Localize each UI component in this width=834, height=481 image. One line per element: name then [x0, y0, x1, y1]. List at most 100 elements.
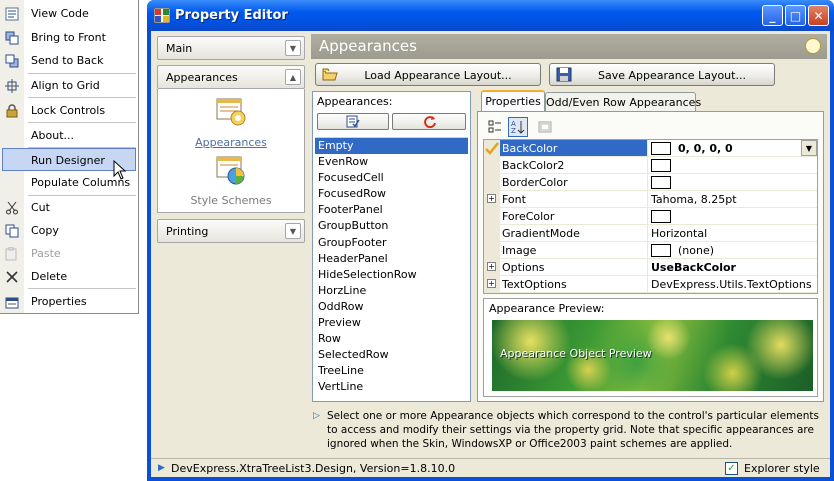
load-layout-button[interactable]: Load Appearance Layout...: [315, 63, 541, 86]
tab-properties[interactable]: Properties: [481, 90, 545, 112]
menu-item-view-code[interactable]: View Code: [0, 2, 138, 25]
nav-group-printing[interactable]: Printing ▼: [157, 219, 305, 243]
categorized-icon[interactable]: [485, 117, 505, 137]
menu-item-cut[interactable]: Cut: [0, 196, 138, 219]
maximize-button[interactable]: □: [785, 5, 806, 26]
list-item[interactable]: OddRow: [315, 299, 468, 315]
property-row[interactable]: + Font Tahoma, 8.25pt: [484, 191, 817, 208]
title-bar[interactable]: Property Editor _ □ ✕: [147, 0, 834, 31]
send-to-back-icon: [4, 53, 20, 69]
section-title: Appearances: [319, 37, 417, 55]
property-value[interactable]: Tahoma, 8.25pt: [647, 191, 817, 207]
property-name: TextOptions: [502, 278, 567, 291]
property-grid[interactable]: BackColor 0, 0, 0, 0 ▼ BackColor2 BorderColo…: [483, 139, 818, 294]
tab-odd-even-row-appearances[interactable]: Odd/Even Row Appearances: [545, 92, 701, 111]
menu-item-lock-controls[interactable]: Lock Controls: [0, 99, 138, 122]
property-row[interactable]: ForeColor: [484, 208, 817, 225]
list-item[interactable]: GroupButton: [315, 218, 468, 234]
property-row[interactable]: BackColor 0, 0, 0, 0 ▼: [484, 140, 817, 157]
menu-item-properties[interactable]: Properties: [0, 290, 138, 313]
row-gutter: [484, 225, 500, 241]
select-all-button[interactable]: [317, 113, 389, 130]
appearance-preview-title: Appearance Preview:: [489, 302, 605, 315]
expand-icon[interactable]: +: [484, 276, 500, 292]
status-bar: ▶ DevExpress.XtraTreeList3.Design, Versi…: [151, 458, 830, 477]
scissors-icon: [4, 200, 20, 216]
menu-item-copy[interactable]: Copy: [0, 219, 138, 242]
property-value[interactable]: DevExpress.Utils.TextOptions: [647, 276, 817, 292]
property-value[interactable]: UseBackColor: [647, 259, 817, 275]
property-value[interactable]: [647, 208, 817, 224]
property-row[interactable]: BackColor2: [484, 157, 817, 174]
appearances-list-title: Appearances:: [317, 95, 393, 108]
property-pages-icon[interactable]: [535, 117, 555, 137]
nav-link-style-schemes[interactable]: Style Schemes: [158, 155, 304, 207]
status-text: DevExpress.XtraTreeList3.Design, Version…: [171, 462, 456, 475]
property-row[interactable]: + TextOptions DevExpress.Utils.TextOptions: [484, 276, 817, 293]
list-item[interactable]: HorzLine: [315, 283, 468, 299]
property-row[interactable]: BorderColor: [484, 174, 817, 191]
explorer-style-label: Explorer style: [744, 462, 820, 475]
menu-item-bring-to-front[interactable]: Bring to Front: [0, 26, 138, 49]
row-gutter: [484, 157, 500, 173]
section-header: Appearances: [311, 34, 827, 59]
list-item[interactable]: TreeLine: [315, 363, 468, 379]
property-value[interactable]: [647, 174, 817, 190]
list-item[interactable]: Row: [315, 331, 468, 347]
list-item[interactable]: FooterPanel: [315, 202, 468, 218]
list-item[interactable]: Preview: [315, 315, 468, 331]
chevron-up-icon[interactable]: ▲: [285, 69, 301, 85]
style-schemes-icon: [216, 156, 245, 185]
property-value[interactable]: [647, 157, 817, 173]
property-row[interactable]: + Options UseBackColor: [484, 259, 817, 276]
expand-icon[interactable]: +: [484, 259, 500, 275]
property-name: Image: [502, 244, 537, 257]
property-value-text: 0, 0, 0, 0: [678, 142, 733, 155]
list-item[interactable]: EvenRow: [315, 154, 468, 170]
minimize-button[interactable]: _: [762, 5, 783, 26]
list-item[interactable]: Empty: [315, 138, 468, 155]
view-code-icon: [4, 6, 20, 22]
nav-group-main[interactable]: Main ▼: [157, 36, 305, 60]
property-name: GradientMode: [502, 227, 580, 240]
alphabetical-icon[interactable]: AZ: [508, 117, 528, 137]
property-value[interactable]: Horizontal: [647, 225, 817, 241]
menu-separator: [28, 288, 136, 289]
menu-item-align-to-grid[interactable]: Align to Grid: [0, 74, 138, 97]
select-all-icon: [346, 115, 360, 128]
appearances-listbox[interactable]: Empty EvenRow FocusedCell FocusedRow FooterP…: [315, 137, 468, 399]
property-value[interactable]: (none): [647, 242, 817, 258]
edit-pencil-icon: [484, 140, 500, 156]
property-row[interactable]: GradientMode Horizontal: [484, 225, 817, 242]
bring-to-front-icon: [4, 30, 20, 46]
menu-item-paste[interactable]: Paste: [0, 242, 138, 265]
context-menu: View Code Bring to Front Send to Back Al…: [0, 0, 139, 314]
app-icon: [154, 8, 170, 23]
nav-link-appearances[interactable]: Appearances: [158, 97, 304, 149]
menu-item-send-to-back[interactable]: Send to Back: [0, 49, 138, 72]
list-item[interactable]: FocusedCell: [315, 170, 468, 186]
menu-item-delete[interactable]: Delete: [0, 265, 138, 288]
row-gutter: [484, 174, 500, 190]
chevron-down-icon[interactable]: ▼: [285, 223, 301, 239]
nav-group-appearances[interactable]: Appearances ▲: [157, 65, 305, 89]
list-item[interactable]: SelectedRow: [315, 347, 468, 363]
list-item[interactable]: HideSelectionRow: [315, 267, 468, 283]
lightbulb-icon[interactable]: [805, 38, 821, 54]
list-item[interactable]: GroupFooter: [315, 235, 468, 251]
list-item[interactable]: FocusedRow: [315, 186, 468, 202]
property-name: ForeColor: [502, 210, 555, 223]
expand-icon[interactable]: +: [484, 191, 500, 207]
chevron-down-icon[interactable]: ▼: [285, 40, 301, 56]
dropdown-arrow-icon[interactable]: ▼: [801, 140, 817, 156]
save-layout-button[interactable]: Save Appearance Layout...: [549, 63, 775, 86]
reset-button[interactable]: [392, 113, 466, 130]
property-name: BackColor2: [502, 159, 565, 172]
property-value[interactable]: 0, 0, 0, 0 ▼: [647, 140, 817, 156]
menu-item-about[interactable]: About...: [0, 124, 138, 147]
list-item[interactable]: VertLine: [315, 379, 468, 395]
explorer-style-checkbox[interactable]: ✓: [725, 462, 738, 475]
list-item[interactable]: HeaderPanel: [315, 251, 468, 267]
property-row[interactable]: Image (none): [484, 242, 817, 259]
close-button[interactable]: ✕: [808, 5, 829, 26]
